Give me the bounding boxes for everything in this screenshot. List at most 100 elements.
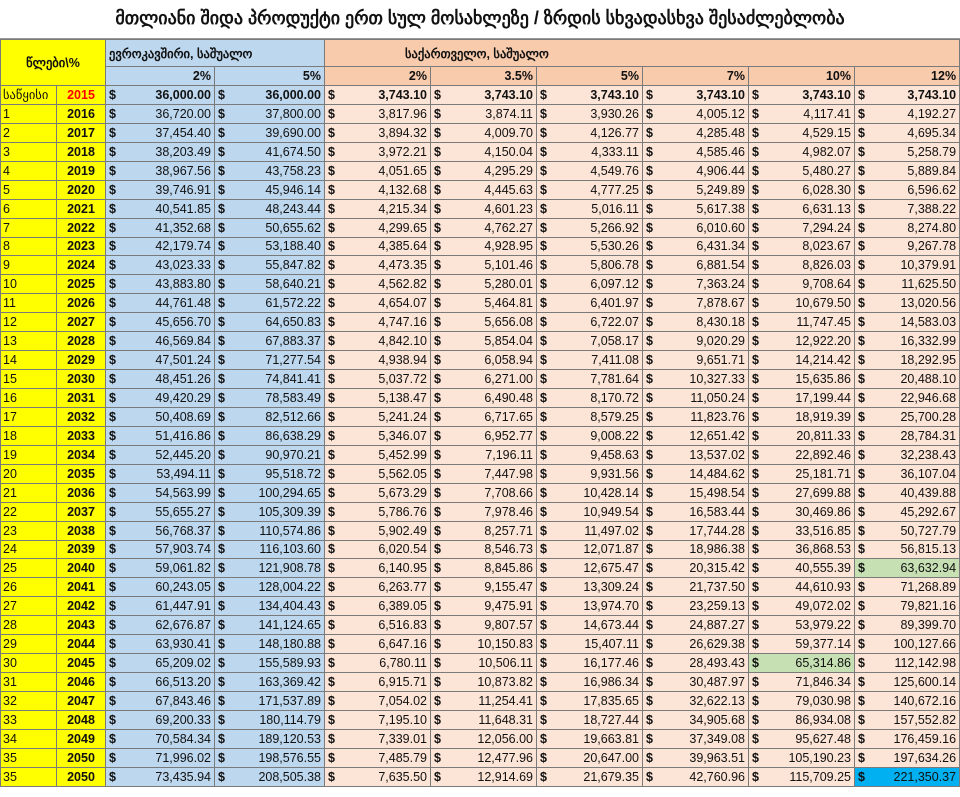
ge-rate-header: 2%	[324, 66, 431, 86]
cell-value: 46,569.84	[155, 334, 211, 349]
cell-value: 66,513.20	[155, 675, 211, 690]
currency-sign: $	[109, 163, 116, 178]
currency-sign: $	[434, 315, 441, 330]
ge-value-cell: $5,902.49	[324, 520, 431, 541]
ge-value-cell: $16,986.34	[536, 672, 643, 692]
ge-value-cell: $25,181.71	[748, 463, 855, 484]
currency-sign: $	[540, 334, 547, 349]
currency-sign: $	[858, 466, 865, 481]
row-index: 35	[0, 747, 57, 768]
cell-value: 12,071.87	[583, 542, 639, 557]
table-row: 35 2050 $73,435.94 $208,505.38 $7,635.50 $12,…	[0, 766, 960, 787]
cell-value: 5,249.89	[696, 182, 745, 197]
currency-sign: $	[434, 334, 441, 349]
cell-value: 4,150.04	[484, 144, 533, 159]
cell-value: 74,841.41	[265, 372, 321, 387]
table-row: 30 2045 $65,209.02 $155,589.93 $6,780.11 $10,…	[0, 653, 960, 674]
row-year: 2038	[56, 520, 106, 541]
cell-value: 10,949.54	[583, 504, 639, 519]
cell-value: 11,823.76	[690, 409, 745, 424]
ge-value-cell: $6,952.77	[430, 425, 537, 446]
currency-sign: $	[858, 599, 865, 614]
table-row: 13 2028 $46,569.84 $67,883.37 $4,842.10 $5,85…	[0, 331, 960, 352]
ge-value-cell: $45,292.67	[853, 501, 960, 522]
currency-sign: $	[858, 87, 865, 102]
cell-value: 18,919.39	[795, 409, 851, 424]
currency-sign: $	[218, 447, 225, 462]
currency-sign: $	[109, 637, 116, 652]
row-year: 2021	[56, 198, 106, 219]
cell-value: 5,480.27	[802, 163, 851, 178]
currency-sign: $	[434, 637, 441, 652]
ge-value-cell: $4,982.07	[748, 141, 855, 162]
cell-value: 37,349.08	[689, 731, 745, 746]
cell-value: 14,484.62	[689, 466, 745, 481]
currency-sign: $	[858, 163, 865, 178]
currency-sign: $	[646, 106, 653, 121]
currency-sign: $	[540, 353, 547, 368]
cell-value: 6,631.13	[802, 201, 851, 216]
cell-value: 57,903.74	[155, 542, 211, 557]
cell-value: 52,445.20	[155, 447, 211, 462]
eu-value-cell: $67,843.46	[105, 691, 215, 711]
ge-value-cell: $40,439.88	[853, 482, 960, 503]
table-row: 6 2021 $40,541.85 $48,243.44 $4,215.34 $4,601…	[0, 198, 960, 219]
cell-value: 9,020.29	[696, 334, 745, 349]
cell-value: 7,058.17	[590, 334, 639, 349]
ge-value-cell: $24,887.27	[642, 615, 749, 636]
ge-value-cell: $4,777.25	[536, 179, 643, 200]
cell-value: 8,430.18	[696, 315, 745, 330]
ge-value-cell: $4,762.27	[430, 217, 537, 238]
eu-value-cell: $45,946.14	[214, 179, 325, 200]
currency-sign: $	[752, 542, 759, 557]
cell-value: 89,399.70	[900, 618, 957, 633]
row-year: 2029	[56, 350, 106, 371]
ge-value-cell: $6,717.65	[430, 406, 537, 427]
eu-value-cell: $51,416.86	[105, 425, 215, 446]
cell-value: 3,743.10	[802, 87, 851, 102]
eu-value-cell: $69,200.33	[105, 709, 215, 730]
cell-value: 33,516.85	[795, 523, 851, 538]
cell-value: 3,874.11	[485, 106, 533, 121]
currency-sign: $	[858, 561, 865, 576]
row-index: 17	[0, 406, 57, 427]
table-row: 26 2041 $60,243.05 $128,004.22 $6,263.77 $9,1…	[0, 577, 960, 598]
ge-value-cell: $4,601.23	[430, 198, 537, 219]
currency-sign: $	[858, 428, 865, 443]
ge-value-cell: $7,054.02	[324, 691, 431, 711]
cell-value: 56,815.13	[900, 542, 957, 557]
ge-value-cell: $59,377.14	[748, 634, 855, 655]
currency-sign: $	[752, 277, 759, 292]
cell-value: 3,894.32	[378, 125, 427, 140]
ge-value-cell: $7,635.50	[324, 766, 431, 787]
cell-value: 9,475.91	[484, 599, 533, 614]
row-year: 2027	[56, 312, 106, 333]
row-year: 2046	[56, 672, 106, 692]
currency-sign: $	[540, 769, 547, 784]
ge-value-cell: $11,050.24	[642, 388, 749, 408]
ge-value-cell: $14,583.03	[853, 312, 960, 333]
currency-sign: $	[646, 163, 653, 178]
cell-value: 58,640.21	[265, 277, 321, 292]
currency-sign: $	[109, 87, 116, 102]
currency-sign: $	[646, 144, 653, 159]
cell-value: 62,676.87	[155, 618, 211, 633]
ge-value-cell: $53,979.22	[748, 615, 855, 636]
cell-value: 110,574.86	[259, 523, 321, 538]
currency-sign: $	[328, 277, 335, 292]
currency-sign: $	[646, 182, 653, 197]
currency-sign: $	[109, 675, 116, 690]
currency-sign: $	[646, 580, 653, 595]
currency-sign: $	[752, 618, 759, 633]
currency-sign: $	[109, 769, 116, 784]
cell-value: 157,552.82	[893, 712, 957, 727]
currency-sign: $	[109, 599, 116, 614]
cell-value: 4,285.48	[696, 125, 745, 140]
currency-sign: $	[218, 201, 225, 216]
currency-sign: $	[540, 447, 547, 462]
ge-value-cell: $13,974.70	[536, 596, 643, 617]
currency-sign: $	[858, 580, 865, 595]
currency-sign: $	[328, 466, 335, 481]
cell-value: 7,635.50	[378, 769, 427, 784]
ge-value-cell: $6,722.07	[536, 312, 643, 333]
